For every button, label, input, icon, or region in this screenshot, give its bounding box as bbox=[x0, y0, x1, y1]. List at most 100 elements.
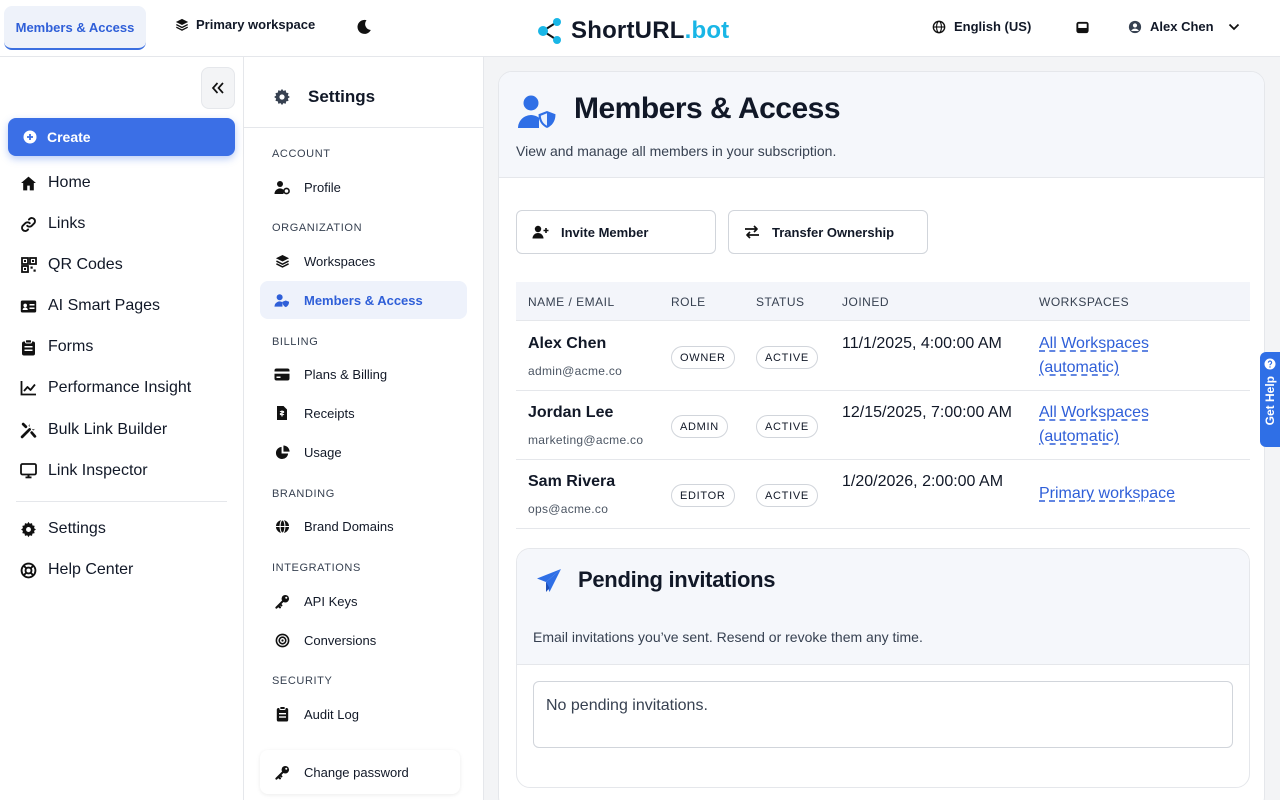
pie-chart-icon bbox=[274, 444, 290, 460]
language-selector[interactable]: English (US) bbox=[932, 19, 1031, 34]
home-icon bbox=[20, 175, 37, 192]
nav-label: Links bbox=[48, 215, 86, 232]
create-button[interactable]: Create bbox=[8, 118, 235, 156]
nav-item-ai-smart-pages[interactable]: AI Smart Pages bbox=[20, 295, 160, 317]
nav-item-help-center[interactable]: Help Center bbox=[20, 559, 133, 581]
member-joined: 1/20/2026, 2:00:00 AM bbox=[842, 473, 1004, 490]
nav-label: Settings bbox=[48, 520, 106, 537]
column-header: JOINED bbox=[842, 295, 890, 309]
section-account: ACCOUNT bbox=[272, 148, 331, 160]
settings-item-label: API Keys bbox=[304, 593, 358, 609]
id-card-icon bbox=[20, 298, 37, 315]
nav-item-qr-codes[interactable]: QR Codes bbox=[20, 254, 123, 276]
clipboard-icon bbox=[20, 338, 37, 356]
settings-item-label: Plans & Billing bbox=[304, 366, 388, 382]
invite-member-button[interactable]: Invite Member bbox=[516, 210, 716, 254]
nav-item-home[interactable]: Home bbox=[20, 172, 91, 194]
section-branding: BRANDING bbox=[272, 488, 335, 500]
main-content: Members & Access View and manage all mem… bbox=[484, 57, 1280, 800]
arrows-exchange-icon bbox=[744, 225, 760, 239]
credit-card-icon bbox=[274, 366, 290, 382]
settings-item-label: Audit Log bbox=[304, 706, 359, 722]
link-icon bbox=[20, 216, 37, 233]
nav-label: QR Codes bbox=[48, 256, 123, 273]
gear-icon bbox=[20, 521, 37, 538]
members-card: Members & Access View and manage all mem… bbox=[498, 71, 1265, 800]
status-badge: ACTIVE bbox=[756, 415, 818, 438]
members-header: Members & Access View and manage all mem… bbox=[499, 72, 1264, 178]
nav-item-links[interactable]: Links bbox=[20, 213, 85, 235]
brand-main: ShortURL bbox=[571, 17, 685, 44]
column-header: STATUS bbox=[756, 295, 805, 309]
gear-icon bbox=[273, 88, 291, 106]
target-icon bbox=[274, 632, 290, 648]
collapse-sidebar-button[interactable] bbox=[201, 67, 235, 109]
settings-item-brand-domains[interactable]: Brand Domains bbox=[260, 507, 467, 545]
settings-item-receipts[interactable]: Receipts bbox=[260, 394, 467, 432]
settings-item-change-password[interactable]: Change password bbox=[260, 750, 460, 794]
settings-item-label: Workspaces bbox=[304, 253, 376, 269]
settings-item-conversions[interactable]: Conversions bbox=[260, 621, 467, 659]
brand-logo[interactable]: ShortURL.bot bbox=[537, 16, 729, 46]
role-badge: OWNER bbox=[671, 346, 735, 369]
qr-code-icon bbox=[20, 257, 37, 274]
member-workspaces-link[interactable]: All Workspaces (automatic) bbox=[1039, 401, 1219, 449]
create-label: Create bbox=[47, 129, 91, 145]
layers-icon bbox=[274, 253, 290, 269]
section-billing: BILLING bbox=[272, 336, 319, 348]
settings-panel: Settings ACCOUNT Profile ORGANIZATION Wo… bbox=[244, 57, 484, 800]
workspace-switcher[interactable]: Primary workspace bbox=[175, 17, 315, 32]
workspace-name: Primary workspace bbox=[196, 17, 316, 32]
user-gear-icon bbox=[274, 179, 290, 195]
settings-title: Settings bbox=[308, 87, 376, 106]
tools-icon bbox=[20, 422, 37, 439]
brand-accent: .bot bbox=[684, 17, 730, 44]
pending-invitations-card: Pending invitations Email invitations yo… bbox=[516, 548, 1250, 788]
clipboard-list-icon bbox=[274, 706, 290, 722]
receipt-icon bbox=[274, 405, 290, 421]
nav-item-forms[interactable]: Forms bbox=[20, 336, 93, 358]
settings-item-workspaces[interactable]: Workspaces bbox=[260, 242, 467, 280]
nav-item-bulk-link-builder[interactable]: Bulk Link Builder bbox=[20, 419, 167, 441]
brand-name: ShortURL.bot bbox=[571, 16, 729, 46]
member-workspaces-link[interactable]: All Workspaces (automatic) bbox=[1039, 332, 1219, 380]
share-nodes-icon bbox=[537, 16, 565, 46]
left-nav: Create Home Links QR Codes AI Smart Page… bbox=[0, 57, 244, 800]
transfer-ownership-button[interactable]: Transfer Ownership bbox=[728, 210, 928, 254]
table-row: Jordan Lee marketing@acme.co ADMIN ACTIV… bbox=[516, 391, 1250, 460]
paper-plane-icon bbox=[535, 567, 563, 595]
settings-item-profile[interactable]: Profile bbox=[260, 168, 467, 206]
user-menu[interactable]: Alex Chen bbox=[1128, 19, 1240, 34]
nav-item-performance-insight[interactable]: Performance Insight bbox=[20, 377, 191, 399]
nav-item-link-inspector[interactable]: Link Inspector bbox=[20, 460, 148, 482]
nav-label: Link Inspector bbox=[48, 462, 148, 479]
user-plus-icon bbox=[532, 225, 549, 239]
table-row: Alex Chen admin@acme.co OWNER ACTIVE 11/… bbox=[516, 322, 1250, 391]
settings-item-label: Conversions bbox=[304, 632, 377, 648]
inbox-icon[interactable] bbox=[1075, 20, 1090, 35]
user-shield-icon bbox=[274, 292, 290, 308]
role-badge: ADMIN bbox=[671, 415, 728, 438]
pending-empty-state: No pending invitations. bbox=[533, 681, 1233, 748]
page-subtitle: View and manage all members in your subs… bbox=[516, 143, 837, 159]
settings-item-api-keys[interactable]: API Keys bbox=[260, 582, 467, 620]
get-help-tab[interactable]: Get Help bbox=[1260, 352, 1280, 447]
settings-item-label: Members & Access bbox=[304, 292, 423, 308]
settings-item-label: Receipts bbox=[304, 405, 355, 421]
nav-label: Help Center bbox=[48, 561, 134, 578]
nav-divider bbox=[16, 501, 227, 502]
settings-item-plans-billing[interactable]: Plans & Billing bbox=[260, 355, 467, 393]
page-title: Members & Access bbox=[574, 92, 841, 125]
nav-item-settings[interactable]: Settings bbox=[20, 518, 106, 540]
question-circle-icon bbox=[1264, 358, 1276, 370]
chevrons-left-icon bbox=[211, 82, 225, 94]
member-name: Alex Chen bbox=[528, 335, 607, 352]
nav-label: Home bbox=[48, 174, 91, 191]
settings-item-audit-log[interactable]: Audit Log bbox=[260, 695, 467, 733]
column-header: ROLE bbox=[671, 295, 706, 309]
settings-item-usage[interactable]: Usage bbox=[260, 433, 467, 471]
moon-icon[interactable] bbox=[355, 18, 373, 36]
settings-item-members-access[interactable]: Members & Access bbox=[260, 281, 467, 319]
tab-members-access[interactable]: Members & Access bbox=[4, 6, 146, 50]
member-workspaces-link[interactable]: Primary workspace bbox=[1039, 482, 1219, 506]
